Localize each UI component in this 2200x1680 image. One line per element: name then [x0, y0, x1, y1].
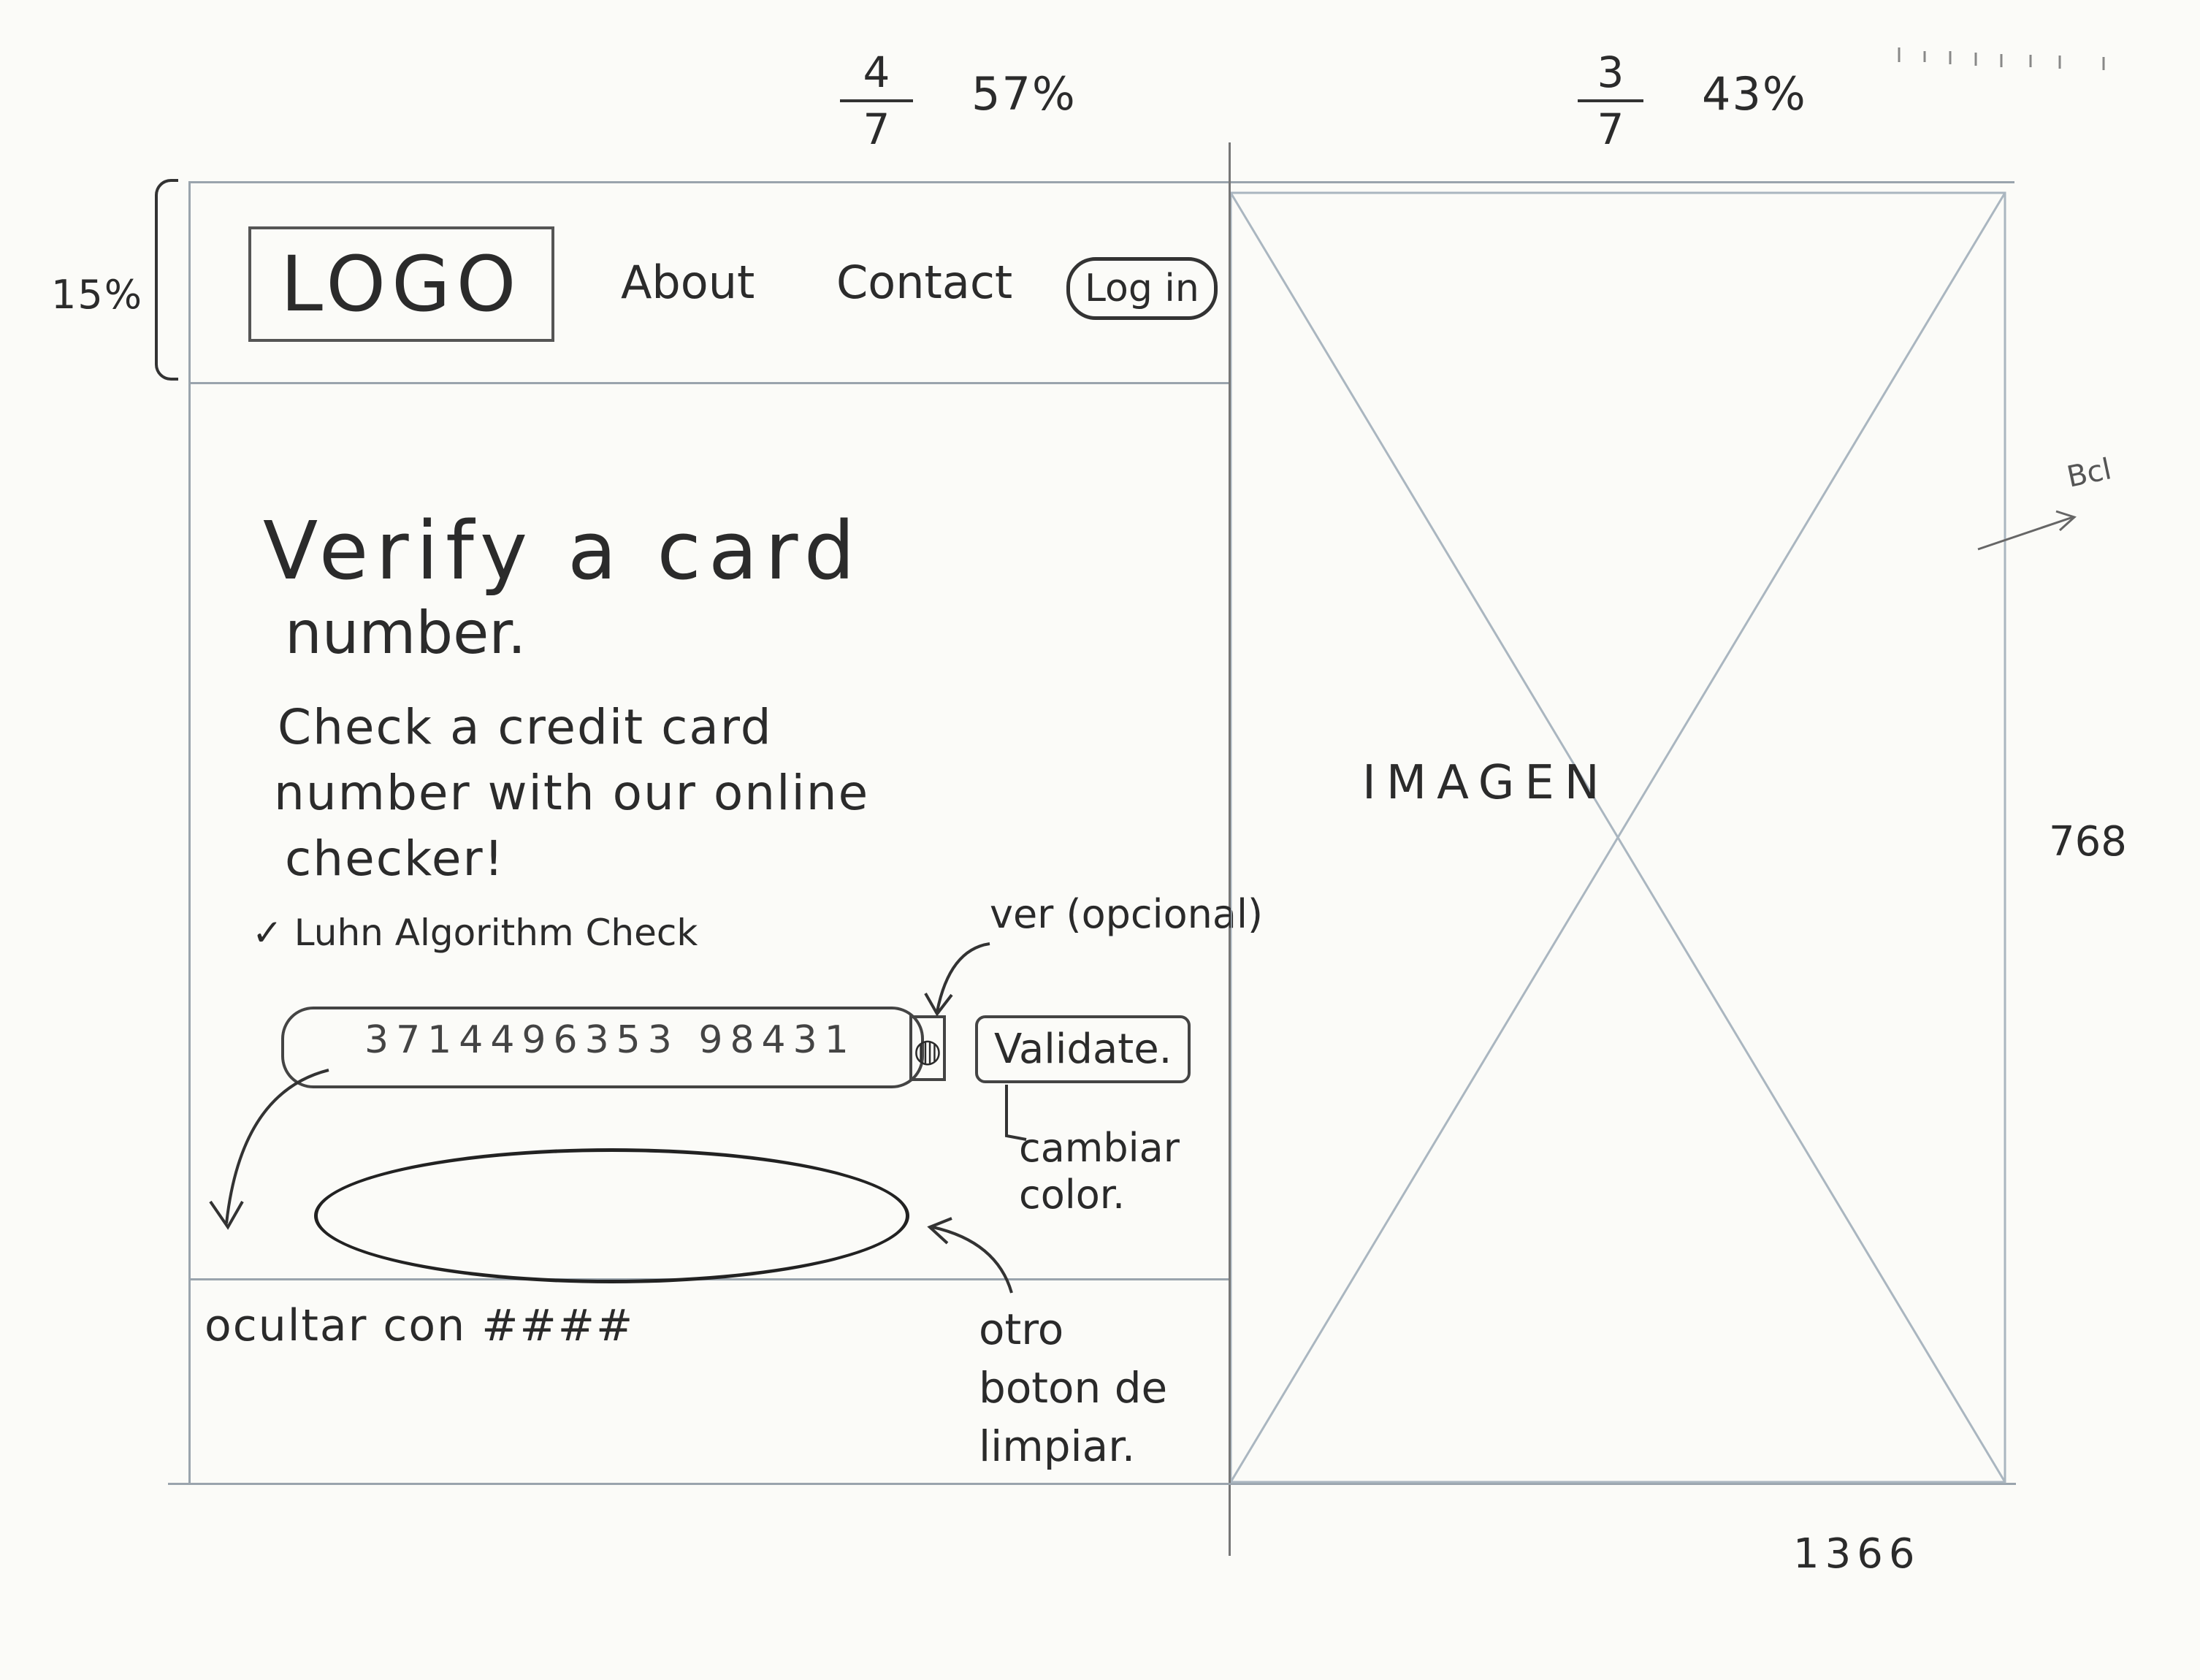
hero-title-line2: number. — [285, 599, 527, 667]
ruler-ticks — [1898, 47, 2105, 70]
frame-left — [188, 181, 191, 1485]
side-note-arrow — [1977, 510, 2077, 551]
right-fraction: 3 7 — [1578, 51, 1643, 150]
luhn-check-label: Luhn Algorithm Check — [294, 912, 698, 954]
result-area — [314, 1148, 909, 1283]
hero-subtitle-1: Check a credit card — [278, 699, 773, 755]
image-label: IMAGEN — [1362, 756, 1610, 810]
logo[interactable]: LOGO — [248, 226, 554, 342]
clear-note: otro boton de limpiar. — [979, 1305, 1168, 1471]
check-icon: ✓ — [252, 912, 294, 954]
mask-note: ocultar con #### — [205, 1300, 635, 1351]
nav-about[interactable]: About — [621, 256, 755, 309]
width-label: 1366 — [1793, 1530, 1921, 1578]
eye-icon[interactable]: ◍ — [909, 1015, 946, 1081]
mask-note-arrow — [209, 1069, 329, 1230]
hero-title: Verify a card — [263, 504, 863, 597]
validate-note: cambiar color. — [1019, 1125, 1180, 1218]
clear-note-arrow — [927, 1217, 1013, 1294]
left-fraction-num: 4 — [863, 47, 890, 97]
header-bottom — [188, 382, 1229, 384]
card-number-input[interactable]: 3714496353 98431 — [281, 1007, 924, 1088]
header-percent: 15% — [51, 272, 144, 318]
header-brace — [155, 179, 178, 381]
left-percent: 57% — [971, 67, 1077, 121]
eye-note-arrow — [924, 942, 990, 1017]
hero-subtitle-3: checker! — [285, 831, 505, 887]
height-label: 768 — [2049, 818, 2127, 866]
hero-subtitle-2: number with our online — [274, 765, 870, 821]
validate-button[interactable]: Validate. — [975, 1015, 1191, 1083]
nav-contact[interactable]: Contact — [836, 256, 1012, 309]
left-fraction: 4 7 — [840, 51, 913, 150]
image-placeholder — [1231, 191, 2006, 1484]
login-button[interactable]: Log in — [1066, 257, 1218, 320]
right-fraction-num: 3 — [1597, 47, 1624, 97]
luhn-check-item: ✓ Luhn Algorithm Check — [252, 912, 698, 954]
eye-note: ver (opcional) — [990, 891, 1264, 937]
right-percent: 43% — [1702, 67, 1807, 121]
validate-note-bracket — [1005, 1085, 1027, 1141]
side-note: Bcl — [2063, 452, 2115, 495]
right-fraction-den: 7 — [1597, 104, 1624, 154]
left-fraction-den: 7 — [863, 104, 890, 154]
